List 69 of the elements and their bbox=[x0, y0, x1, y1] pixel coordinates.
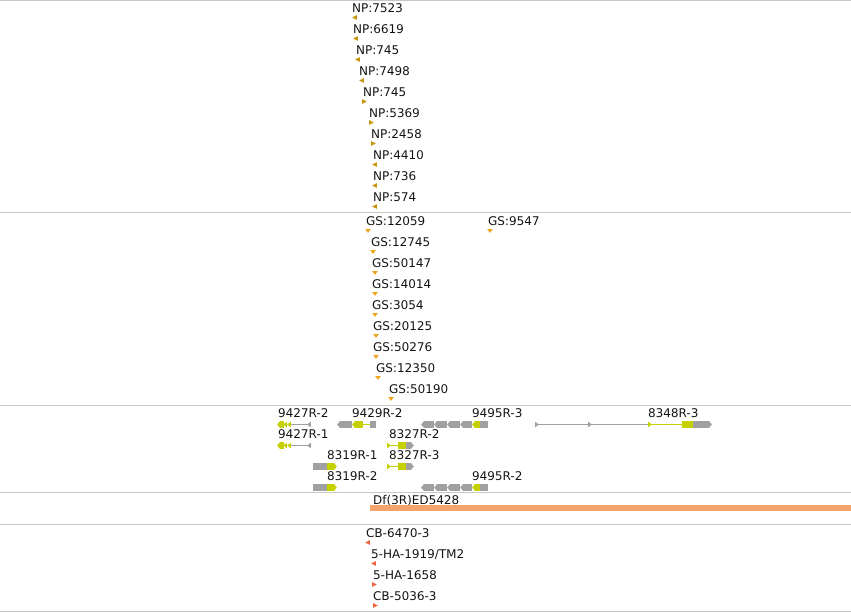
triangle-marker-icon[interactable] bbox=[375, 376, 381, 380]
transcript-label: 9429R-2 bbox=[352, 407, 402, 420]
feature-label: NP:7523 bbox=[352, 2, 403, 15]
feature-label: GS:50276 bbox=[373, 341, 432, 354]
feature-label: GS:3054 bbox=[372, 299, 424, 312]
transcript-drawing[interactable] bbox=[313, 484, 337, 491]
feature-label: GS:12059 bbox=[366, 215, 426, 228]
transcript-label: 8327R-2 bbox=[389, 428, 440, 441]
transcript-drawing[interactable] bbox=[387, 463, 414, 470]
feature-label: CB-5036-3 bbox=[373, 590, 436, 603]
transcript-label: 8348R-3 bbox=[648, 407, 698, 420]
triangle-marker-icon[interactable] bbox=[370, 250, 376, 254]
triangle-marker-icon[interactable] bbox=[487, 229, 493, 233]
transcript-drawing[interactable] bbox=[313, 463, 337, 470]
transcript-label: 9427R-2 bbox=[278, 407, 328, 420]
feature-label: NP:4410 bbox=[373, 149, 424, 162]
feature-label: NP:5369 bbox=[369, 107, 420, 120]
triangle-marker-icon[interactable] bbox=[359, 78, 364, 83]
feature-label: NP:7498 bbox=[359, 65, 410, 78]
feature-label: NP:745 bbox=[356, 44, 400, 57]
triangle-marker-icon[interactable] bbox=[372, 292, 378, 296]
transcript-drawing[interactable] bbox=[337, 421, 376, 428]
transcript-label: 8319R-2 bbox=[327, 470, 378, 483]
triangle-marker-icon[interactable] bbox=[372, 313, 378, 317]
transcript-drawing[interactable] bbox=[535, 421, 712, 428]
transcript-drawing[interactable] bbox=[421, 484, 488, 491]
triangle-marker-icon[interactable] bbox=[373, 603, 378, 608]
transcript-drawing[interactable] bbox=[421, 421, 488, 428]
feature-label: 5-HA-1658 bbox=[373, 569, 437, 582]
feature-label: GS:9547 bbox=[488, 215, 540, 228]
triangle-marker-icon[interactable] bbox=[371, 141, 376, 146]
feature-label: 5-HA-1919/TM2 bbox=[371, 548, 464, 561]
feature-label: GS:14014 bbox=[372, 278, 432, 291]
triangle-marker-icon[interactable] bbox=[372, 271, 378, 275]
feature-label: GS:50147 bbox=[372, 257, 432, 270]
feature-label: Df(3R)ED5428 bbox=[373, 494, 460, 507]
transcript-label: 8319R-1 bbox=[327, 449, 378, 462]
feature-label: GS:50190 bbox=[389, 383, 448, 396]
feature-label: GS:12745 bbox=[371, 236, 430, 249]
feature-label: GS:20125 bbox=[373, 320, 432, 333]
triangle-marker-icon[interactable] bbox=[355, 57, 360, 62]
transcript-label: 8327R-3 bbox=[389, 449, 440, 462]
transcript-drawing[interactable] bbox=[277, 442, 311, 449]
transcript-drawing[interactable] bbox=[277, 421, 311, 428]
transcript-label: 9495R-3 bbox=[472, 407, 522, 420]
triangle-marker-icon[interactable] bbox=[365, 540, 370, 545]
transcript-label: 9495R-2 bbox=[472, 470, 522, 483]
triangle-marker-icon[interactable] bbox=[372, 183, 377, 188]
feature-label: NP:574 bbox=[373, 191, 416, 204]
feature-label: NP:736 bbox=[373, 170, 416, 183]
feature-label: NP:2458 bbox=[371, 128, 422, 141]
feature-label: NP:745 bbox=[363, 86, 406, 99]
triangle-marker-icon[interactable] bbox=[352, 15, 357, 20]
triangle-marker-icon[interactable] bbox=[362, 99, 367, 104]
triangle-marker-icon[interactable] bbox=[373, 334, 379, 338]
triangle-marker-icon[interactable] bbox=[365, 229, 371, 233]
transcript-drawing[interactable] bbox=[387, 442, 414, 449]
triangle-marker-icon[interactable] bbox=[372, 582, 377, 587]
triangle-marker-icon[interactable] bbox=[372, 204, 377, 209]
triangle-marker-icon[interactable] bbox=[371, 561, 376, 566]
triangle-marker-icon[interactable] bbox=[388, 397, 394, 401]
feature-label: GS:12350 bbox=[376, 362, 436, 375]
transcript-label: 9427R-1 bbox=[278, 428, 328, 441]
feature-label: NP:6619 bbox=[353, 23, 404, 36]
triangle-marker-icon[interactable] bbox=[372, 162, 377, 167]
feature-label: CB-6470-3 bbox=[366, 527, 430, 540]
triangle-marker-icon[interactable] bbox=[353, 36, 358, 41]
triangle-marker-icon[interactable] bbox=[369, 120, 374, 125]
triangle-marker-icon[interactable] bbox=[373, 355, 379, 359]
